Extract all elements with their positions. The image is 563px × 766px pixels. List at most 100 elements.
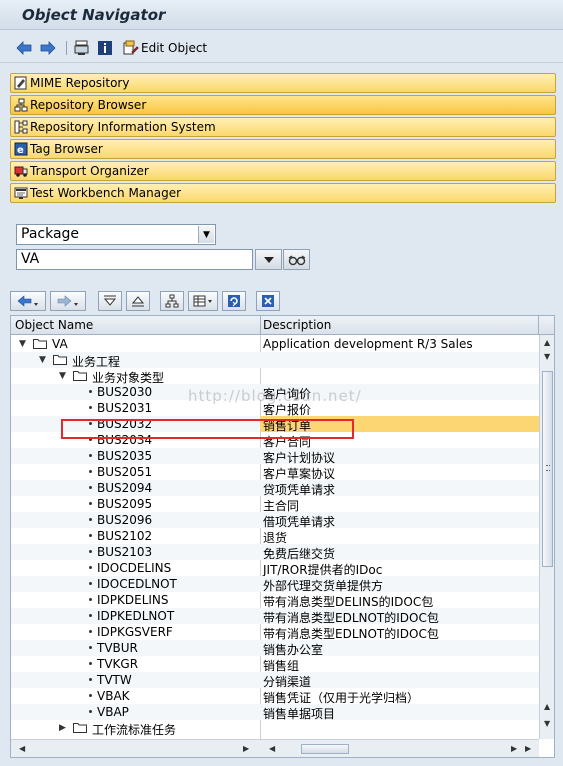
vertical-scrollbar[interactable]: ▲ ▼ ▲ ▼	[539, 335, 554, 739]
edit-object-label: Edit Object	[141, 41, 208, 55]
expand-button[interactable]	[126, 291, 150, 311]
collapse-node-icon[interactable]: ▼	[59, 371, 66, 381]
window-title: Object Navigator	[22, 6, 166, 24]
object-tree: Object Name Description ▼ VA Application d…	[10, 315, 555, 758]
tree-row[interactable]: IDOCEDLNOT 外部代理交货单提供方	[11, 576, 539, 593]
object-name: VBAP	[97, 705, 129, 719]
tree-row[interactable]: BUS2094 贷项凭单请求	[11, 480, 539, 497]
edit-object-button[interactable]: Edit Object	[123, 39, 207, 57]
tree-row[interactable]: BUS2095 主合同	[11, 496, 539, 513]
horizontal-scrollbar[interactable]: ◀ ▶ ◀ ▶ ▶	[11, 739, 539, 757]
tree-row[interactable]: BUS2102 退货	[11, 528, 539, 545]
scroll-left-icon[interactable]: ◀	[269, 744, 275, 753]
object-name: BUS2095	[97, 497, 153, 511]
tree-row[interactable]: BUS2051 客户草案协议	[11, 464, 539, 481]
horizontal-scroll-thumb[interactable]	[301, 744, 349, 754]
tree-row[interactable]: ▼ 业务工程	[11, 352, 539, 369]
scroll-down-icon[interactable]: ▼	[544, 719, 550, 728]
folder-icon	[73, 723, 87, 733]
mime-repository-icon	[14, 76, 28, 90]
nav-repository-browser[interactable]: Repository Browser	[10, 95, 556, 115]
scroll-up-icon[interactable]: ▲	[544, 338, 550, 347]
object-name: IDOCDELINS	[97, 561, 172, 575]
tree-row[interactable]: TVBUR 销售办公室	[11, 640, 539, 657]
tree-row[interactable]: ▼ 业务对象类型	[11, 368, 539, 385]
column-header-description[interactable]: Description	[263, 318, 331, 332]
leaf-node-icon	[89, 518, 92, 521]
leaf-node-icon	[89, 566, 92, 569]
collapse-button[interactable]	[98, 291, 122, 311]
info-button[interactable]	[97, 39, 113, 57]
object-name: IDOCEDLNOT	[97, 577, 177, 591]
hierarchy-icon	[165, 294, 179, 308]
tree-row[interactable]: BUS2035 客户计划协议	[11, 448, 539, 465]
scroll-down-icon[interactable]: ▼	[544, 352, 550, 361]
tree-row[interactable]: IDPKEDLNOT 带有消息类型EDLNOT的IDOC包	[11, 608, 539, 625]
tree-row[interactable]: ▶ 工作流标准任务	[11, 720, 539, 737]
display-button[interactable]	[283, 249, 310, 270]
object-name: BUS2096	[97, 513, 153, 527]
hierarchy-button[interactable]	[160, 291, 184, 311]
tree-row[interactable]: ▼ VA Application development R/3 Sales	[11, 336, 539, 352]
nav-mime-repository[interactable]: MIME Repository	[10, 73, 556, 93]
leaf-node-icon	[89, 534, 92, 537]
chevron-down-icon[interactable]: ▼	[198, 226, 214, 243]
scroll-right-icon[interactable]: ▶	[511, 744, 517, 753]
collapse-node-icon[interactable]: ▼	[19, 339, 26, 349]
nav-test-workbench-manager[interactable]: Test Workbench Manager	[10, 183, 556, 203]
scroll-up-icon[interactable]: ▲	[544, 702, 550, 711]
display-object-list-button[interactable]	[74, 39, 90, 57]
repository-browser-icon	[14, 98, 28, 112]
scroll-right-icon[interactable]: ▶	[525, 744, 531, 753]
expand-node-icon[interactable]: ▶	[59, 723, 66, 733]
leaf-node-icon	[89, 406, 92, 409]
expand-icon	[131, 296, 145, 307]
object-name: BUS2030	[97, 385, 153, 399]
tree-row[interactable]: IDPKDELINS 带有消息类型DELINS的IDOC包	[11, 592, 539, 609]
tree-forward-button[interactable]	[50, 291, 86, 311]
nav-transport-organizer[interactable]: Transport Organizer	[10, 161, 556, 181]
leaf-node-icon	[89, 678, 92, 681]
object-name-dropdown-button[interactable]	[255, 249, 282, 270]
tree-row[interactable]: VBAP 销售单据项目	[11, 704, 539, 721]
object-type-dropdown[interactable]: Package ▼	[16, 224, 216, 245]
refresh-button[interactable]	[222, 291, 246, 311]
object-name-input[interactable]: VA	[16, 249, 253, 270]
leaf-node-icon	[89, 390, 92, 393]
vertical-scroll-thumb[interactable]	[542, 371, 553, 567]
leaf-node-icon	[89, 694, 92, 697]
tree-header: Object Name Description	[11, 316, 554, 335]
collapse-icon	[103, 295, 117, 306]
glasses-icon	[288, 255, 305, 265]
leaf-node-icon	[89, 614, 92, 617]
leaf-node-icon	[89, 550, 92, 553]
tree-row[interactable]: TVTW 分销渠道	[11, 672, 539, 689]
tree-row[interactable]: TVKGR 销售组	[11, 656, 539, 673]
column-divider	[538, 316, 539, 335]
tree-row[interactable]: BUS2096 借项凭单请求	[11, 512, 539, 529]
tree-row[interactable]: VBAK 销售凭证（仅用于光学归档）	[11, 688, 539, 705]
settings-button[interactable]	[188, 291, 218, 311]
transport-organizer-icon	[14, 164, 28, 178]
svg-text:e: e	[17, 145, 24, 156]
column-divider[interactable]	[260, 316, 261, 335]
nav-tag-browser[interactable]: e Tag Browser	[10, 139, 556, 159]
close-tree-button[interactable]	[256, 291, 280, 311]
folder-open-icon	[33, 339, 47, 349]
tree-row[interactable]: IDOCDELINS JIT/ROR提供者的IDoc	[11, 560, 539, 577]
tree-back-button[interactable]	[10, 291, 46, 311]
edit-object-icon	[123, 40, 139, 55]
scroll-right-icon[interactable]: ▶	[243, 744, 249, 753]
repository-info-system-icon	[14, 120, 28, 134]
nav-repository-info-system[interactable]: Repository Information System	[10, 117, 556, 137]
tree-row[interactable]: BUS2103 免费后继交货	[11, 544, 539, 561]
scroll-left-icon[interactable]: ◀	[19, 744, 25, 753]
back-button[interactable]	[16, 39, 32, 57]
column-header-object-name[interactable]: Object Name	[15, 318, 93, 332]
watermark: http://blog.csdn.net/	[188, 387, 362, 405]
leaf-node-icon	[89, 470, 92, 473]
object-list-icon	[74, 40, 89, 55]
forward-button[interactable]	[40, 39, 56, 57]
collapse-node-icon[interactable]: ▼	[39, 355, 46, 365]
tree-row[interactable]: IDPKGSVERF 带有消息类型EDLNOT的IDOC包	[11, 624, 539, 641]
